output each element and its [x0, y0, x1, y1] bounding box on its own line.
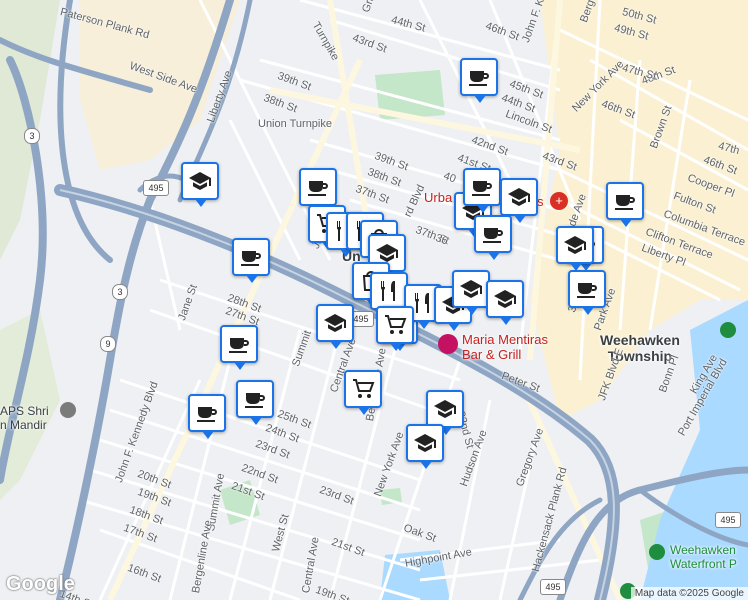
school-pin[interactable] — [316, 304, 354, 349]
route-shield-495: 495 — [715, 512, 741, 528]
coffee-icon — [227, 332, 251, 356]
coffee-icon — [306, 175, 330, 199]
coffee-icon — [239, 245, 263, 269]
coffee-pin[interactable] — [299, 168, 337, 213]
route-shield-9: 9 — [100, 336, 116, 352]
poi-label-waterfront-park[interactable]: Weehawken Waterfront P — [670, 543, 737, 571]
street-label: Union Turnpike — [258, 118, 332, 130]
coffee-icon — [481, 222, 505, 246]
grocery-pin[interactable] — [376, 306, 414, 351]
route-shield-3: 3 — [24, 128, 40, 144]
coffee-icon — [243, 387, 267, 411]
coffee-icon — [195, 401, 219, 425]
school-icon — [433, 397, 457, 421]
poi-label-aps-shri[interactable]: APS Shri n Mandir — [0, 404, 49, 432]
school-icon — [323, 311, 347, 335]
school-pin[interactable] — [406, 424, 444, 469]
coffee-pin[interactable] — [220, 325, 258, 370]
coffee-pin[interactable] — [236, 380, 274, 425]
coffee-icon — [575, 277, 599, 301]
coffee-icon — [613, 189, 637, 213]
school-pin[interactable] — [426, 390, 464, 435]
grocery-icon — [383, 313, 407, 337]
school-icon — [493, 287, 517, 311]
route-shield-495: 495 — [143, 180, 169, 196]
restaurant-pin[interactable] — [370, 272, 408, 317]
school-pin[interactable] — [181, 162, 219, 207]
school-icon — [563, 233, 587, 257]
poi-icon-maria-mentiras[interactable] — [438, 334, 458, 354]
temple-icon — [60, 402, 76, 418]
route-shield-3: 3 — [112, 284, 128, 300]
coffee-pin[interactable] — [568, 270, 606, 315]
grocery-pin[interactable] — [344, 370, 382, 415]
map-attribution[interactable]: Map data ©2025 Google — [630, 587, 748, 600]
school-pin[interactable] — [556, 226, 594, 271]
poi-label-maria-mentiras[interactable]: Maria Mentiras Bar & Grill — [462, 332, 548, 362]
google-logo: Google — [6, 573, 75, 595]
school-pin[interactable] — [452, 270, 490, 315]
coffee-pin[interactable] — [188, 394, 226, 439]
coffee-pin[interactable] — [474, 215, 512, 260]
coffee-pin[interactable] — [606, 182, 644, 227]
coffee-icon — [470, 175, 494, 199]
school-icon — [188, 169, 212, 193]
grocery-icon — [351, 377, 375, 401]
school-icon — [413, 431, 437, 455]
restaurant-icon — [411, 291, 435, 315]
hospital-icon[interactable]: + — [550, 192, 568, 210]
poi-label-urban[interactable]: Urba — [424, 190, 452, 205]
school-pin[interactable] — [500, 178, 538, 223]
park-icon — [720, 322, 736, 338]
coffee-pin[interactable] — [460, 58, 498, 103]
school-icon — [459, 277, 483, 301]
park-icon — [649, 544, 665, 560]
school-icon — [507, 185, 531, 209]
map-canvas[interactable]: Weehawken Township Un Maria Mentiras Bar… — [0, 0, 748, 600]
restaurant-icon — [377, 279, 401, 303]
route-shield-495: 495 — [540, 579, 566, 595]
coffee-pin[interactable] — [232, 238, 270, 283]
coffee-pin[interactable] — [463, 168, 501, 213]
coffee-icon — [467, 65, 491, 89]
school-pin[interactable] — [486, 280, 524, 325]
